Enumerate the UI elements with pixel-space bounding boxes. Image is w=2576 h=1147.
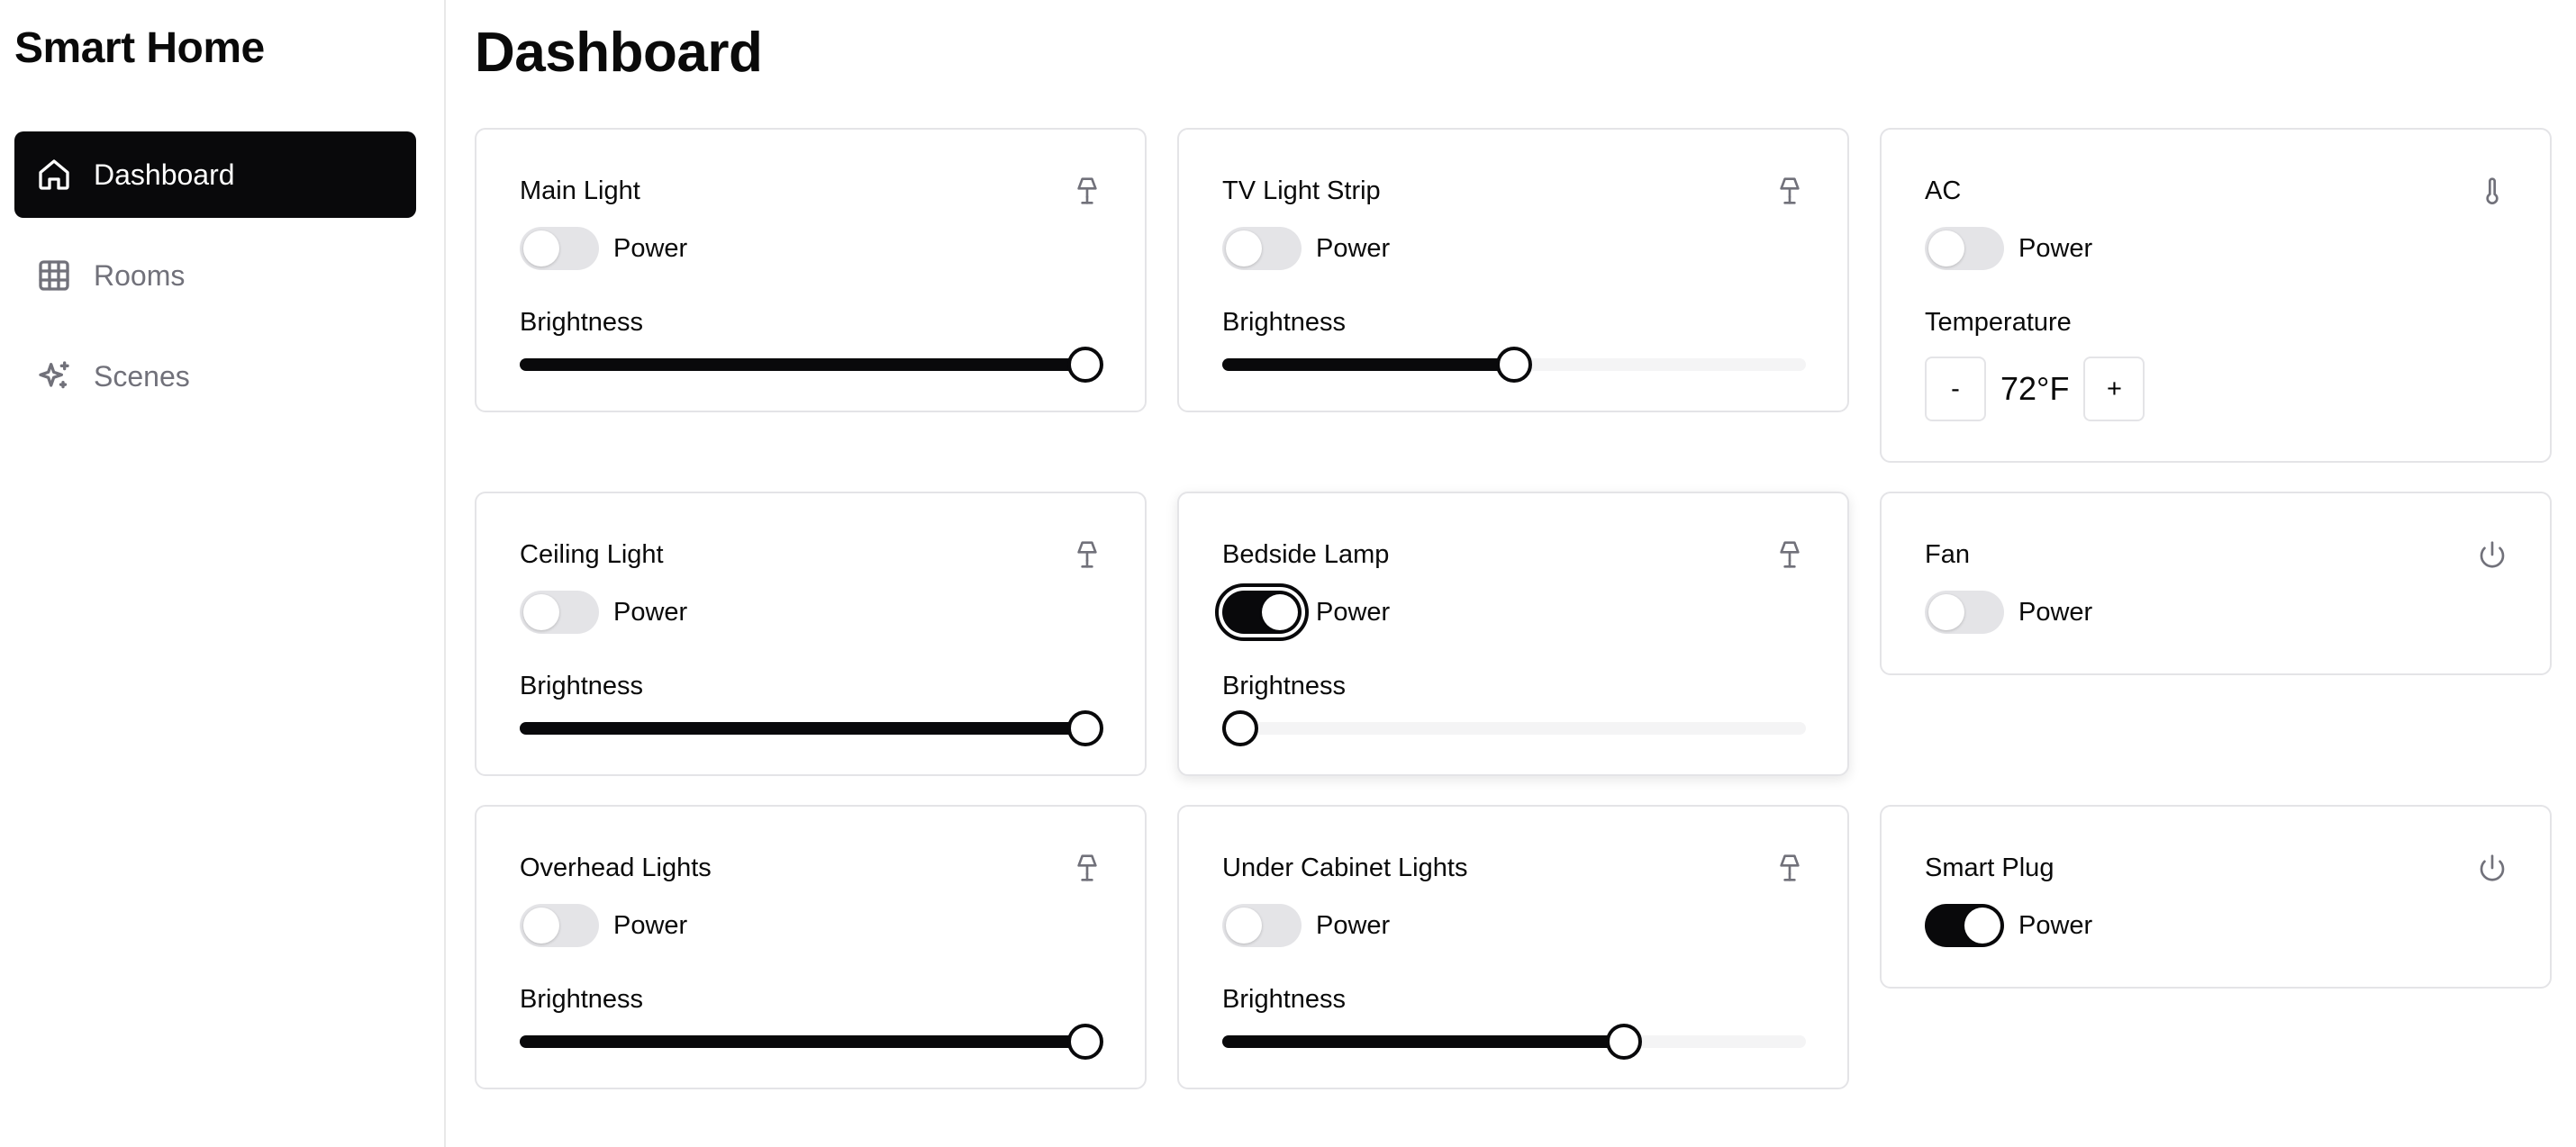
brightness-slider[interactable] (1222, 1023, 1806, 1060)
device-card-overhead-lights: Overhead Lights Power Brightness (475, 805, 1147, 1089)
power-toggle[interactable] (1215, 583, 1309, 641)
lamp-icon (1775, 853, 1804, 882)
toggle-knob (523, 594, 559, 630)
sidebar: Smart Home Dashboard Rooms Scenes (0, 0, 446, 1147)
app-brand: Smart Home (14, 24, 265, 72)
brightness-label: Brightness (520, 985, 644, 1014)
device-name: Smart Plug (1925, 853, 2054, 882)
toggle-knob (1226, 230, 1262, 266)
toggle-knob (1964, 908, 2000, 944)
power-toggle[interactable] (1925, 904, 2004, 947)
power-label: Power (1316, 910, 1391, 940)
temperature-label: Temperature (1925, 308, 2072, 337)
device-name: Under Cabinet Lights (1222, 853, 1468, 882)
slider-fill (1222, 1035, 1624, 1048)
sidebar-item-rooms[interactable]: Rooms (14, 232, 416, 319)
device-grid: Main Light Power Brightness TV Light Str… (475, 128, 2552, 1118)
sidebar-item-dashboard[interactable]: Dashboard (14, 131, 416, 218)
sparkles-icon (36, 358, 72, 394)
device-card-smart-plug: Smart Plug Power (1880, 805, 2552, 989)
power-label: Power (1316, 233, 1391, 263)
device-card-fan: Fan Power (1880, 492, 2552, 675)
slider-fill (1222, 358, 1514, 371)
temperature-decrease-button[interactable]: - (1925, 357, 1986, 421)
lamp-icon (1073, 540, 1102, 569)
slider-thumb[interactable] (1496, 347, 1532, 383)
lamp-icon (1775, 176, 1804, 205)
brightness-label: Brightness (1222, 308, 1347, 337)
slider-thumb[interactable] (1067, 1024, 1103, 1060)
toggle-knob (523, 230, 559, 266)
slider-thumb[interactable] (1605, 1024, 1642, 1060)
thermometer-icon (2478, 176, 2507, 205)
slider-thumb[interactable] (1222, 710, 1258, 746)
power-toggle[interactable] (1222, 904, 1302, 947)
slider-thumb[interactable] (1067, 710, 1103, 746)
sidebar-item-label: Scenes (94, 359, 190, 393)
power-toggle[interactable] (1222, 227, 1302, 270)
toggle-knob (1928, 230, 1964, 266)
power-toggle[interactable] (520, 591, 599, 634)
brightness-label: Brightness (520, 672, 644, 700)
toggle-knob (523, 908, 559, 944)
toggle-knob (1928, 594, 1964, 630)
power-label: Power (2018, 597, 2093, 627)
device-name: Bedside Lamp (1222, 539, 1390, 569)
device-card-tv-light-strip: TV Light Strip Power Brightness (1177, 128, 1849, 412)
device-name: AC (1925, 176, 1962, 205)
lamp-icon (1073, 176, 1102, 205)
toggle-knob (1262, 594, 1298, 630)
power-icon (2478, 853, 2507, 882)
brightness-label: Brightness (1222, 985, 1347, 1014)
slider-fill (520, 358, 1085, 371)
toggle-knob (1226, 908, 1262, 944)
slider-fill (520, 1035, 1085, 1048)
device-name: TV Light Strip (1222, 176, 1381, 205)
temperature-value: 72°F (2000, 370, 2070, 407)
power-toggle[interactable] (520, 904, 599, 947)
power-toggle[interactable] (1925, 227, 2004, 270)
sidebar-item-label: Rooms (94, 258, 186, 292)
brightness-slider[interactable] (520, 709, 1103, 746)
sidebar-item-scenes[interactable]: Scenes (14, 333, 416, 420)
power-label: Power (613, 233, 688, 263)
slider-fill (520, 722, 1085, 735)
brightness-label: Brightness (520, 308, 644, 337)
sidebar-item-label: Dashboard (94, 158, 235, 191)
device-card-bedside-lamp: Bedside Lamp Power Brightness (1177, 492, 1849, 776)
device-card-ac: AC Power Temperature - 72°F + (1880, 128, 2552, 463)
device-card-ceiling-light: Ceiling Light Power Brightness (475, 492, 1147, 776)
temperature-increase-button[interactable]: + (2083, 357, 2145, 421)
power-icon (2478, 540, 2507, 569)
brightness-slider[interactable] (1222, 346, 1806, 383)
brightness-slider[interactable] (520, 346, 1103, 383)
home-icon (36, 157, 72, 193)
power-label: Power (2018, 910, 2093, 940)
device-name: Ceiling Light (520, 539, 664, 569)
device-name: Fan (1925, 539, 1970, 569)
power-toggle[interactable] (520, 227, 599, 270)
grid-icon (36, 257, 72, 294)
slider-track (1222, 722, 1806, 735)
power-label: Power (613, 910, 688, 940)
device-card-under-cabinet-lights: Under Cabinet Lights Power Brightness (1177, 805, 1849, 1089)
brightness-label: Brightness (1222, 672, 1347, 700)
lamp-icon (1073, 853, 1102, 882)
power-label: Power (2018, 233, 2093, 263)
slider-thumb[interactable] (1067, 347, 1103, 383)
brightness-slider[interactable] (1222, 709, 1806, 746)
device-card-main-light: Main Light Power Brightness (475, 128, 1147, 412)
page-title: Dashboard (475, 22, 763, 84)
power-toggle[interactable] (1925, 591, 2004, 634)
app: Smart Home Dashboard Rooms Scenes Dashbo… (0, 0, 2576, 1147)
device-name: Main Light (520, 176, 640, 205)
lamp-icon (1775, 540, 1804, 569)
brightness-slider[interactable] (520, 1023, 1103, 1060)
device-name: Overhead Lights (520, 853, 712, 882)
power-label: Power (613, 597, 688, 627)
power-label: Power (1316, 597, 1391, 627)
main-content: Dashboard Main Light Power Brightness TV… (446, 0, 2576, 1147)
